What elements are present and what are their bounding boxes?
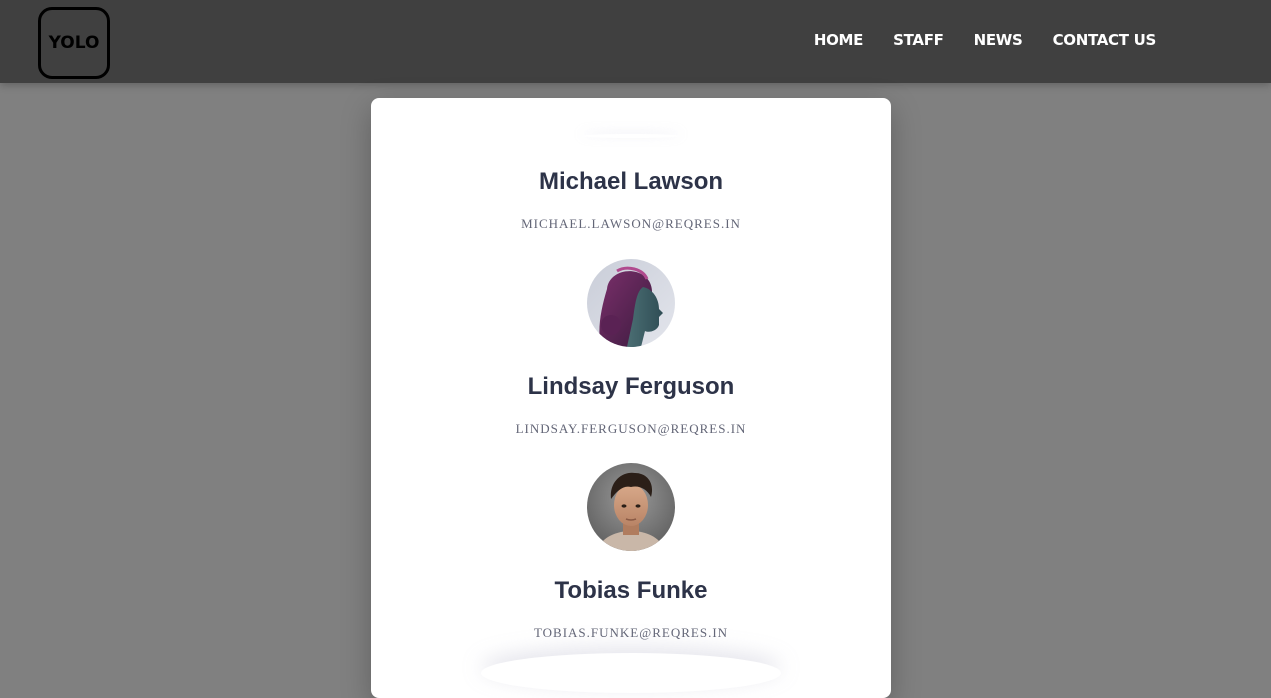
staff-name: Michael Lawson (538, 168, 724, 195)
avatar (587, 463, 675, 551)
nav-news[interactable]: NEWS (974, 30, 1023, 50)
nav-staff[interactable]: STAFF (893, 30, 944, 50)
main-nav: HOME STAFF NEWS CONTACT US (814, 30, 1156, 50)
staff-member: Tobias Funke TOBIAS.FUNKE@REQRES.IN (371, 577, 891, 641)
logo[interactable]: YOLO (38, 7, 110, 79)
avatar-shadow (481, 653, 781, 693)
staff-email: TOBIAS.FUNKE@REQRES.IN (533, 625, 729, 640)
navbar: YOLO HOME STAFF NEWS CONTACT US (0, 0, 1271, 83)
staff-member: Lindsay Ferguson LINDSAY.FERGUSON@REQRES… (371, 373, 891, 437)
nav-contact-us[interactable]: CONTACT US (1053, 30, 1157, 50)
staff-card: Michael Lawson MICHAEL.LAWSON@REQRES.IN (371, 98, 891, 698)
nav-home[interactable]: HOME (814, 30, 864, 50)
staff-name: Tobias Funke (554, 577, 708, 604)
staff-member: Michael Lawson MICHAEL.LAWSON@REQRES.IN (371, 168, 891, 232)
staff-email: MICHAEL.LAWSON@REQRES.IN (521, 216, 741, 231)
avatar (587, 259, 675, 347)
staff-name: Lindsay Ferguson (527, 373, 735, 400)
woman-portrait-image (587, 259, 675, 347)
man-portrait-image (587, 463, 675, 551)
staff-email: LINDSAY.FERGUSON@REQRES.IN (515, 421, 747, 436)
logo-text: YOLO (48, 33, 100, 53)
avatar-shadow (581, 134, 681, 138)
